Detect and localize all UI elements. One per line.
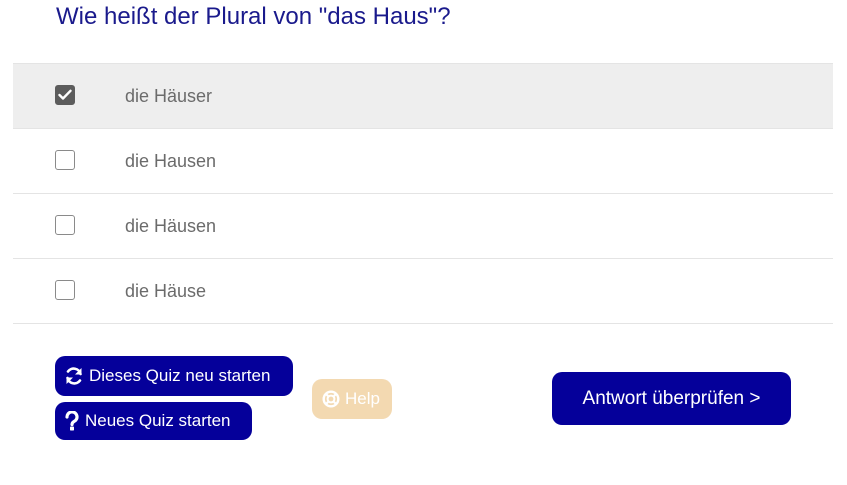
answer-option-label: die Hausen — [125, 151, 217, 171]
answer-option-2[interactable]: die Hausen — [13, 129, 833, 194]
restart-quiz-button[interactable]: Dieses Quiz neu starten — [55, 356, 293, 396]
answer-option-1[interactable]: die Häuser — [13, 64, 833, 129]
help-label: Help — [345, 389, 380, 408]
answer-option-label: die Häuser — [125, 86, 213, 106]
checkbox[interactable] — [55, 215, 75, 235]
answer-option-4[interactable]: die Häuse — [13, 259, 833, 324]
answer-option-3[interactable]: die Häusen — [13, 194, 833, 259]
question-icon — [64, 411, 80, 431]
restart-quiz-label: Dieses Quiz neu starten — [89, 366, 271, 385]
checkmark-icon — [58, 89, 72, 100]
quiz-page: Wie heißt der Plural von "das Haus"? die… — [0, 0, 847, 485]
question-title: Wie heißt der Plural von "das Haus"? — [56, 3, 451, 30]
check-answer-label: Antwort überprüfen > — [582, 387, 761, 409]
lifebuoy-icon — [322, 390, 340, 408]
help-button[interactable]: Help — [312, 379, 392, 419]
answer-option-label: die Häusen — [125, 216, 217, 236]
checkbox[interactable] — [55, 150, 75, 170]
new-quiz-label: Neues Quiz starten — [85, 411, 231, 430]
check-answer-button[interactable]: Antwort überprüfen > — [552, 372, 791, 425]
checkbox-checked[interactable] — [55, 85, 75, 105]
checkbox[interactable] — [55, 280, 75, 300]
answer-options-list: die Häuser die Hausen die Häusen die Häu… — [13, 63, 833, 324]
new-quiz-button[interactable]: Neues Quiz starten — [55, 402, 252, 440]
refresh-icon — [64, 366, 84, 386]
answer-option-label: die Häuse — [125, 281, 207, 301]
